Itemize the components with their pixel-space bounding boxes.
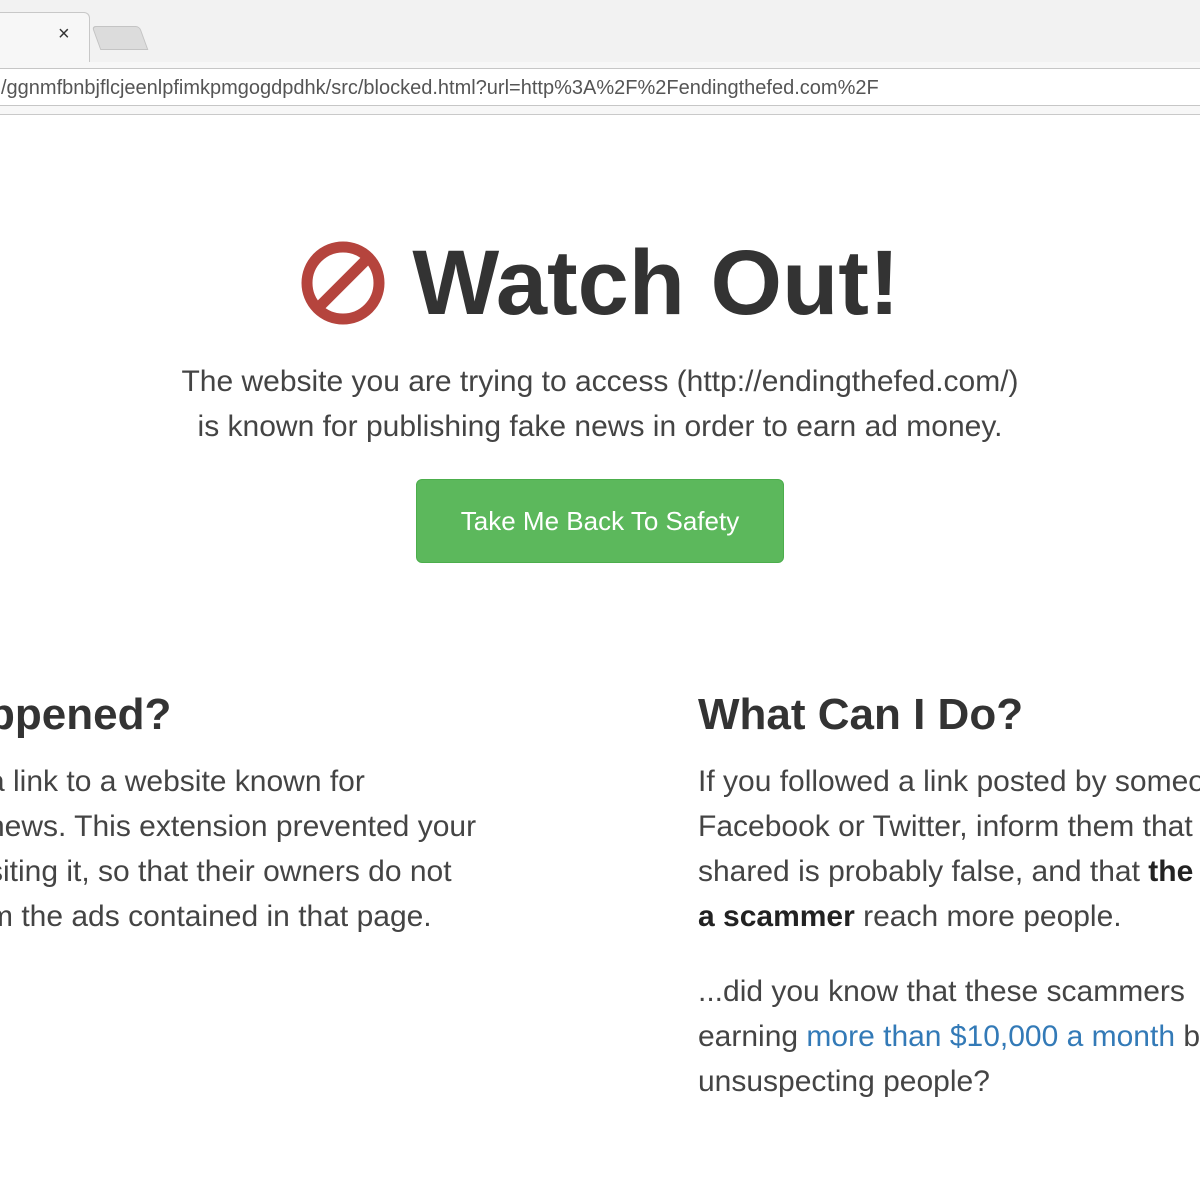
new-tab-button[interactable] xyxy=(91,26,149,50)
paragraph-text: shared is probably false, and that xyxy=(698,855,1149,888)
paragraph-line: Facebook or Twitter, inform them that xyxy=(698,810,1193,843)
paragraph-line: If you followed a link posted by someo xyxy=(698,765,1200,798)
page-content: Watch Out! The website you are trying to… xyxy=(0,115,1200,1200)
earnings-link[interactable]: more than $10,000 a month xyxy=(806,1020,1175,1053)
section-paragraph: If you followed a link posted by someo F… xyxy=(698,759,1200,939)
address-bar[interactable]: /ggnmfbnbjflcjeenlpfimkpmgogdpdhk/src/bl… xyxy=(0,68,1200,106)
paragraph-line: unsuspecting people? xyxy=(698,1065,990,1098)
tab-strip: × xyxy=(0,0,1200,63)
emphasis-text: a scammer xyxy=(698,900,855,933)
address-bar-url: /ggnmfbnbjflcjeenlpfimkpmgogdpdhk/src/bl… xyxy=(1,77,879,99)
paragraph-line: ...did you know that these scammers xyxy=(698,975,1185,1008)
what-can-i-do-section: What Can I Do? If you followed a link po… xyxy=(698,685,1200,1134)
paragraph-line: earning more than $10,000 a month b xyxy=(698,1014,1200,1059)
emphasis-text: the xyxy=(1148,855,1194,888)
paragraph-text: reach more people. xyxy=(854,900,1122,933)
browser-tab[interactable] xyxy=(0,12,90,62)
right-column-clip: What Can I Do? If you followed a link po… xyxy=(0,115,1200,1200)
paragraph-line: shared is probably false, and that the xyxy=(698,849,1200,894)
tab-close-icon[interactable]: × xyxy=(58,24,70,44)
paragraph-text: b xyxy=(1175,1020,1200,1053)
paragraph-line: a scammer reach more people. xyxy=(698,894,1200,939)
section-heading: What Can I Do? xyxy=(698,690,1024,739)
paragraph-text: earning xyxy=(698,1020,807,1053)
browser-toolbar: /ggnmfbnbjflcjeenlpfimkpmgogdpdhk/src/bl… xyxy=(0,62,1200,115)
section-paragraph: ...did you know that these scammers earn… xyxy=(698,969,1200,1104)
